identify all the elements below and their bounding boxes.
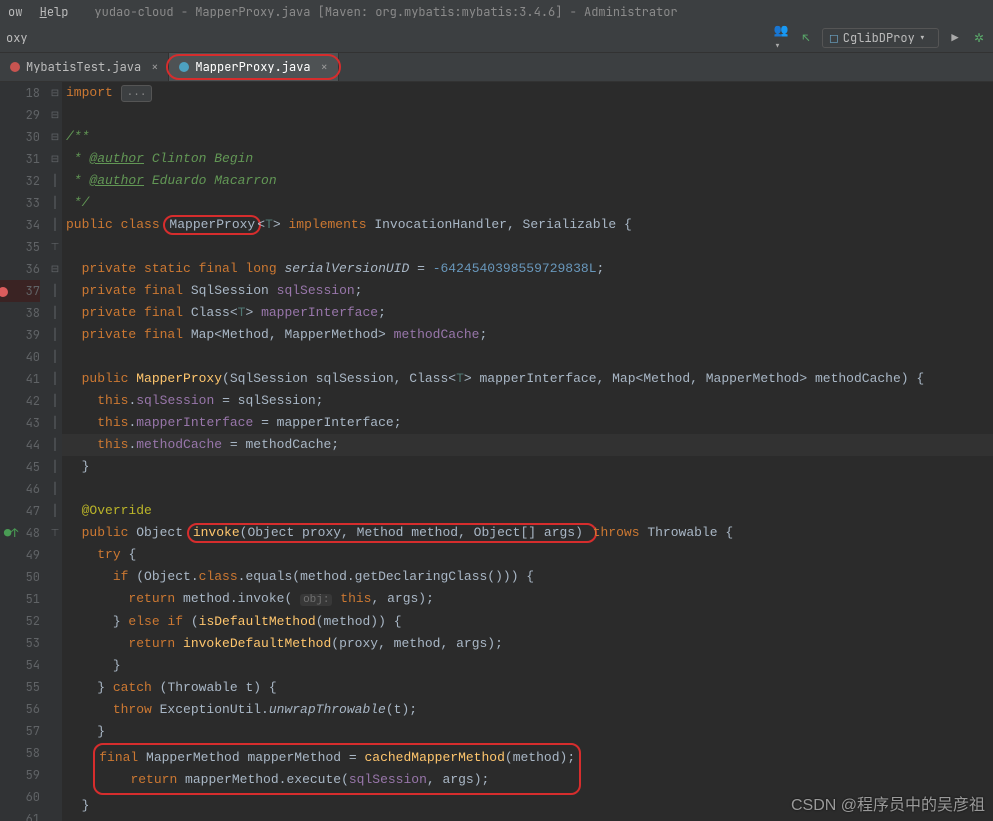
run-icon[interactable]: ▶: [947, 30, 963, 46]
line-number[interactable]: 33: [0, 192, 40, 214]
line-number[interactable]: 47: [0, 500, 40, 522]
line-number[interactable]: 34: [0, 214, 40, 236]
fold-column[interactable]: ⊟⊟⊟⊟│││⊤⊟│││││││││││⊤: [48, 82, 62, 821]
gutter[interactable]: 18 29 30 31 32 33 34 35 36 37 38 39 40 4…: [0, 82, 48, 821]
line-number[interactable]: 18: [0, 82, 40, 104]
tab-label: MapperProxy.java: [195, 59, 310, 75]
line-number[interactable]: 41: [0, 368, 40, 390]
line-number[interactable]: 58: [0, 742, 40, 764]
line-number[interactable]: 49: [0, 544, 40, 566]
line-number[interactable]: 42: [0, 390, 40, 412]
breakpoint-icon[interactable]: [0, 287, 8, 297]
line-number[interactable]: 43: [0, 412, 40, 434]
code-area[interactable]: import ... /** * @author Clinton Begin *…: [62, 82, 993, 821]
parameter-hint: obj:: [300, 594, 332, 606]
line-number[interactable]: 31: [0, 148, 40, 170]
line-number[interactable]: 30: [0, 126, 40, 148]
line-number[interactable]: 46: [0, 478, 40, 500]
line-number[interactable]: 54: [0, 654, 40, 676]
line-number[interactable]: 37: [0, 280, 40, 302]
fold-badge[interactable]: ...: [121, 85, 153, 102]
chevron-down-icon: ▾: [919, 30, 926, 46]
menu-help[interactable]: Help: [40, 4, 69, 20]
line-number[interactable]: 53: [0, 632, 40, 654]
title-bar: ow Help yudao-cloud - MapperProxy.java […: [0, 0, 993, 24]
highlight-invoke: invoke(Object proxy, Method method, Obje…: [187, 523, 597, 543]
line-number[interactable]: 57: [0, 720, 40, 742]
close-icon[interactable]: ×: [151, 59, 158, 75]
line-number[interactable]: 60: [0, 786, 40, 808]
gear-icon[interactable]: ✲: [971, 30, 987, 46]
line-number[interactable]: 35: [0, 236, 40, 258]
line-number[interactable]: 39: [0, 324, 40, 346]
close-icon[interactable]: ×: [321, 59, 328, 75]
line-number[interactable]: 32: [0, 170, 40, 192]
line-number[interactable]: 50: [0, 566, 40, 588]
highlight-block: final MapperMethod mapperMethod = cached…: [93, 743, 581, 795]
line-number[interactable]: 52: [0, 610, 40, 632]
window-title: yudao-cloud - MapperProxy.java [Maven: o…: [94, 0, 985, 24]
toolbar: oxy 👥▾ ↖ ◻ CglibDProy ▾ ▶ ✲: [0, 24, 993, 53]
tab-mybatistest[interactable]: MybatisTest.java ×: [0, 53, 169, 81]
line-number[interactable]: 38: [0, 302, 40, 324]
line-number[interactable]: 51: [0, 588, 40, 610]
run-config-selector[interactable]: ◻ CglibDProy ▾: [822, 28, 939, 48]
line-number[interactable]: 56: [0, 698, 40, 720]
file-icon: [10, 62, 20, 72]
tab-mapperproxy[interactable]: MapperProxy.java ×: [169, 53, 338, 81]
hammer-icon[interactable]: ↖: [798, 30, 814, 46]
editor: 18 29 30 31 32 33 34 35 36 37 38 39 40 4…: [0, 82, 993, 821]
config-name: CglibDProy: [843, 30, 915, 46]
tab-label: MybatisTest.java: [26, 59, 141, 75]
file-icon: [179, 62, 189, 72]
line-number[interactable]: 59: [0, 764, 40, 786]
config-icon: ◻: [829, 30, 839, 46]
line-number[interactable]: 61: [0, 808, 40, 821]
users-icon[interactable]: 👥▾: [774, 30, 790, 46]
editor-tabs: MybatisTest.java × MapperProxy.java ×: [0, 53, 993, 82]
breadcrumb[interactable]: oxy: [6, 30, 28, 46]
line-number[interactable]: 36: [0, 258, 40, 280]
line-number[interactable]: 55: [0, 676, 40, 698]
line-number[interactable]: ●↑ 48: [0, 522, 40, 544]
line-number[interactable]: 45: [0, 456, 40, 478]
menu-bar[interactable]: ow Help: [8, 0, 78, 18]
source-code[interactable]: import ... /** * @author Clinton Begin *…: [66, 82, 993, 817]
highlight-mapperproxy: MapperProxy: [163, 215, 261, 235]
menu-window[interactable]: ow: [8, 4, 22, 20]
line-number[interactable]: 40: [0, 346, 40, 368]
line-number[interactable]: 29: [0, 104, 40, 126]
line-number[interactable]: 44: [0, 434, 40, 456]
